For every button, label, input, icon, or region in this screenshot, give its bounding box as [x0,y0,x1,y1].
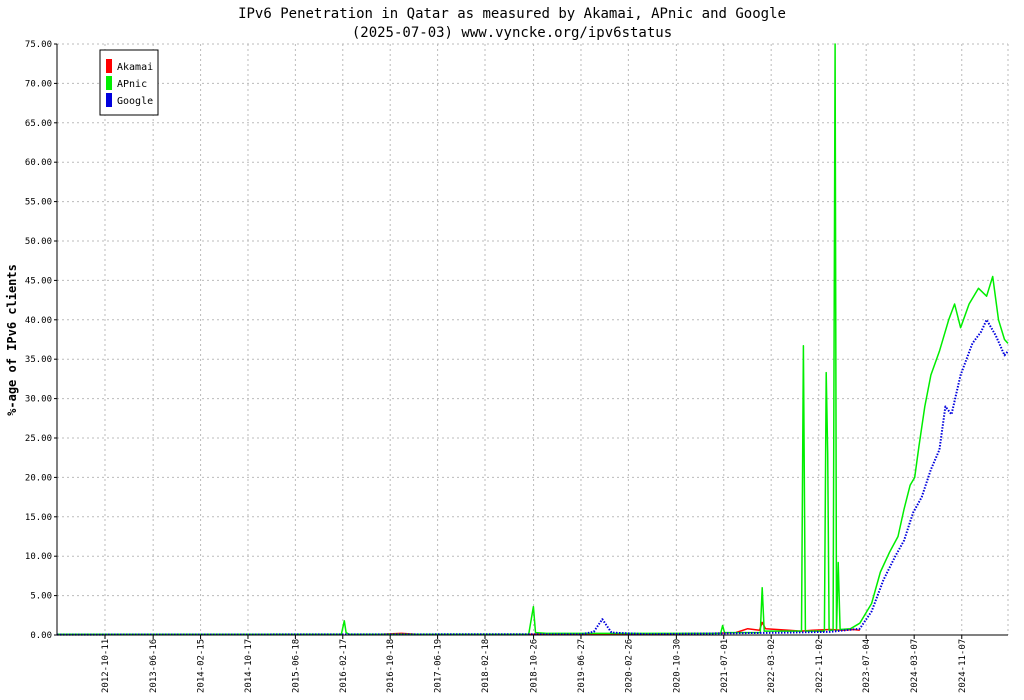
chart-title: IPv6 Penetration in Qatar as measured by… [238,6,786,22]
y-tick-label: 35.00 [25,355,52,365]
legend-label-akamai: Akamai [117,62,153,73]
x-tick-label: 2016-02-17 [339,639,349,693]
x-tick-label: 2016-10-18 [386,639,396,693]
axis-ticks: 0.00 5.00 10.00 15.00 20.00 25.00 30.00 35.00 40… [25,40,968,693]
y-tick-label: 15.00 [25,513,52,523]
y-tick-label: 65.00 [25,119,52,129]
y-tick-label: 30.00 [25,395,52,405]
y-tick-label: 40.00 [25,316,52,326]
y-tick-label: 50.00 [25,237,52,247]
x-tick-label: 2014-10-17 [244,639,254,693]
x-tick-label: 2018-02-18 [481,639,491,693]
x-tick-label: 2022-11-02 [815,639,825,693]
y-tick-label: 55.00 [25,198,52,208]
x-tick-label: 2024-11-07 [958,639,968,693]
legend-swatch-google [106,93,112,107]
x-tick-label: 2018-10-26 [530,639,540,693]
series-lines [56,43,1009,636]
grid-lines [57,43,1009,635]
legend-label-apnic: APnic [117,79,147,90]
x-tick-label: 2020-10-30 [672,639,682,693]
x-tick-label: 2017-06-19 [434,639,444,693]
x-tick-label: 2021-07-01 [720,639,730,693]
y-tick-label: 0.00 [30,631,52,641]
x-tick-label: 2022-03-02 [767,639,777,693]
x-tick-label: 2023-07-04 [862,639,872,693]
chart-subtitle: (2025-07-03) www.vyncke.org/ipv6status [352,25,672,41]
y-tick-label: 60.00 [25,158,52,168]
series-line-apnic [57,43,1009,635]
y-tick-label: 5.00 [30,592,52,602]
x-tick-label: 2020-02-26 [624,639,634,693]
y-tick-label: 25.00 [25,434,52,444]
y-tick-label: 45.00 [25,276,52,286]
y-axis-label: %-age of IPv6 clients [5,264,19,416]
legend-swatch-apnic [106,76,112,90]
x-tick-label: 2013-06-16 [149,639,159,693]
legend-label-google: Google [117,96,153,107]
legend: Akamai APnic Google [99,49,159,116]
x-tick-label: 2014-02-15 [197,639,207,693]
x-tick-label: 2019-06-27 [577,639,587,693]
y-tick-label: 75.00 [25,40,52,50]
y-tick-label: 10.00 [25,552,52,562]
x-tick-label: 2024-03-07 [910,639,920,693]
legend-swatch-akamai [106,59,112,73]
y-tick-label: 70.00 [25,79,52,89]
x-tick-label: 2012-10-11 [101,639,111,693]
x-tick-label: 2015-06-18 [291,639,301,693]
ipv6-chart: IPv6 Penetration in Qatar as measured by… [5,6,1009,693]
y-tick-label: 20.00 [25,473,52,483]
